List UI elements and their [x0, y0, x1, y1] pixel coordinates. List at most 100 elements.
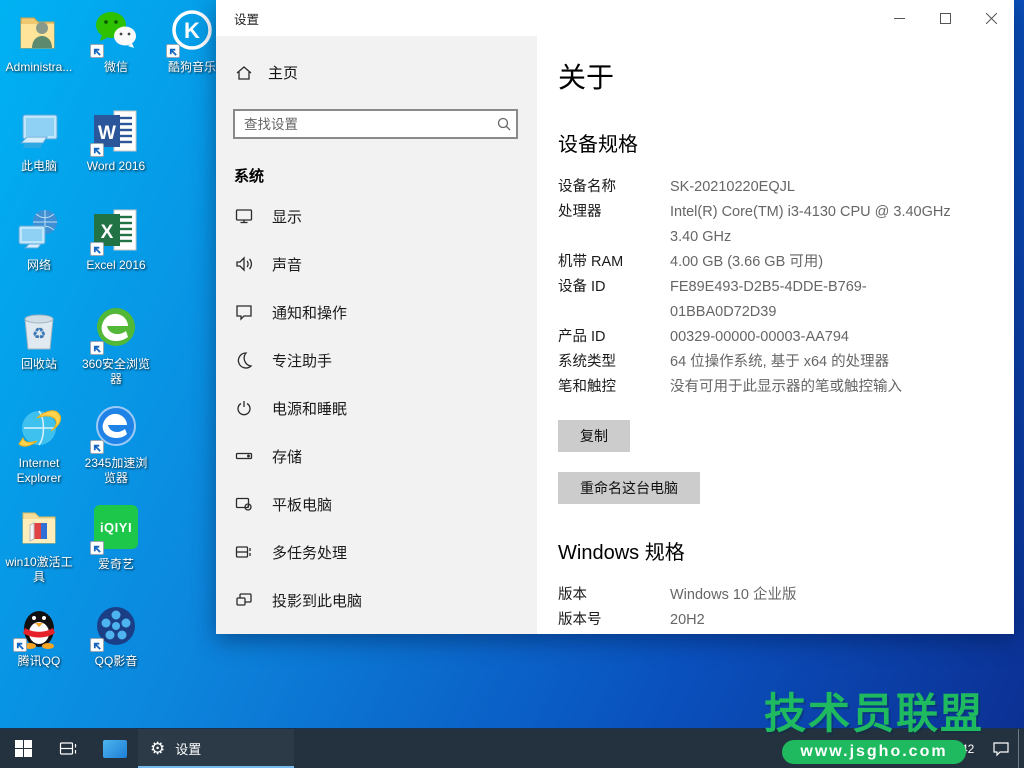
- minimize-button[interactable]: [876, 0, 922, 36]
- search-icon[interactable]: [496, 116, 512, 137]
- sidebar-item-storage[interactable]: 存储: [216, 432, 537, 480]
- desktop-icon-2345-browser[interactable]: 2345加速浏 览器: [78, 404, 154, 486]
- blue-window-taskbar-icon[interactable]: [92, 729, 138, 768]
- system-tray: 下午 3:42: [880, 729, 1024, 768]
- task-view-button[interactable]: [46, 729, 92, 768]
- shortcut-arrow-icon: [90, 541, 104, 555]
- sidebar-section-system: 系统: [234, 165, 537, 186]
- wechat-icon: [92, 8, 140, 56]
- desktop-icon-label: 回收站: [1, 357, 77, 372]
- show-desktop-button[interactable]: [1018, 729, 1024, 768]
- spec-row: 系统类型64 位操作系统, 基于 x64 的处理器: [558, 350, 1014, 375]
- sidebar-item-multitasking[interactable]: 多任务处理: [216, 528, 537, 576]
- close-button[interactable]: [968, 0, 1014, 36]
- desktop-icon-word[interactable]: W Word 2016: [78, 107, 154, 174]
- internet-explorer-icon: [15, 404, 63, 452]
- desktop-icon-label: QQ影音: [78, 654, 154, 669]
- shortcut-arrow-icon: [90, 44, 104, 58]
- power-icon: [234, 399, 254, 417]
- desktop-icon-label: Internet Explorer: [1, 456, 77, 486]
- desktop-icon-label: Administra...: [1, 60, 77, 75]
- iqiyi-icon: iQIYI: [92, 505, 140, 553]
- taskbar-clock[interactable]: 下午 3:42: [914, 743, 984, 756]
- spec-row: 版本Windows 10 企业版: [558, 583, 1014, 608]
- sidebar-item-power-sleep[interactable]: 电源和睡眠: [216, 384, 537, 432]
- settings-search: [233, 109, 520, 139]
- spec-row: 处理器Intel(R) Core(TM) i3-4130 CPU @ 3.40G…: [558, 200, 1014, 250]
- desktop-icon-win10-activator[interactable]: win10激活工 具: [1, 503, 77, 585]
- search-input[interactable]: [233, 109, 518, 139]
- sidebar-item-sound[interactable]: 声音: [216, 240, 537, 288]
- desktop-icon-label: 腾讯QQ: [1, 654, 77, 669]
- 2345-browser-icon: [92, 404, 140, 452]
- win10-activator-folder-icon: [15, 503, 63, 551]
- sidebar-item-label: 通知和操作: [272, 302, 347, 323]
- desktop-icon-wechat[interactable]: 微信: [78, 8, 154, 75]
- spec-row: 产品 ID00329-00000-00003-AA794: [558, 325, 1014, 350]
- sidebar-item-label: 专注助手: [272, 350, 332, 371]
- qq-penguin-icon: [15, 602, 63, 650]
- sidebar-item-tablet[interactable]: 平板电脑: [216, 480, 537, 528]
- desktop-icon-internet-explorer[interactable]: Internet Explorer: [1, 404, 77, 486]
- this-pc-icon: [15, 107, 63, 155]
- sidebar-item-focus-assist[interactable]: 专注助手: [216, 336, 537, 384]
- action-center-icon: [992, 741, 1010, 757]
- kugou-icon: K: [168, 8, 216, 56]
- sidebar-home[interactable]: 主页: [234, 62, 537, 83]
- sidebar-item-label: 投影到此电脑: [272, 590, 362, 611]
- rename-pc-button[interactable]: 重命名这台电脑: [558, 472, 700, 504]
- multitask-icon: [234, 543, 254, 561]
- moon-icon: [234, 351, 254, 369]
- taskbar-task-label: 设置: [175, 739, 201, 758]
- settings-main-panel: 关于 设备规格 设备名称SK-20210220EQJL 处理器Intel(R) …: [537, 36, 1014, 634]
- sidebar-item-display[interactable]: 显示: [216, 192, 537, 240]
- desktop-icon-label: 爱奇艺: [78, 557, 154, 572]
- desktop-icon-tencent-qq[interactable]: 腾讯QQ: [1, 602, 77, 669]
- desktop-icon-network[interactable]: 网络: [1, 206, 77, 273]
- titlebar[interactable]: 设置: [216, 0, 1014, 36]
- svg-text:X: X: [101, 222, 114, 243]
- home-icon: [234, 64, 254, 82]
- start-button[interactable]: [0, 729, 46, 768]
- desktop-icon-360-browser[interactable]: 360安全浏览 器: [78, 305, 154, 387]
- desktop-icon-administrator[interactable]: Administra...: [1, 8, 77, 75]
- maximize-button[interactable]: [922, 0, 968, 36]
- desktop-icon-excel[interactable]: X Excel 2016: [78, 206, 154, 273]
- storage-drive-icon: [234, 447, 254, 465]
- shortcut-arrow-icon: [90, 440, 104, 454]
- network-tray-button[interactable]: [880, 729, 914, 768]
- desktop-icon-label: 2345加速浏 览器: [78, 456, 154, 486]
- sidebar-item-projecting[interactable]: 投影到此电脑: [216, 576, 537, 624]
- page-title: 关于: [558, 56, 1014, 96]
- sidebar-item-label: 电源和睡眠: [272, 398, 347, 419]
- settings-window: 设置 主页 系统 显示: [216, 0, 1014, 634]
- shortcut-arrow-icon: [90, 143, 104, 157]
- spec-row: 安装日期2021/2/20 星期六: [558, 633, 1014, 634]
- desktop-icon-iqiyi[interactable]: iQIYI 爱奇艺: [78, 503, 154, 572]
- action-center-button[interactable]: [984, 729, 1018, 768]
- desktop-icon-label: Word 2016: [78, 159, 154, 174]
- device-spec-table: 设备名称SK-20210220EQJL 处理器Intel(R) Core(TM)…: [558, 175, 1014, 400]
- qq-player-icon: [92, 602, 140, 650]
- desktop-icon-this-pc[interactable]: 此电脑: [1, 107, 77, 174]
- sidebar-item-label: 声音: [272, 254, 302, 275]
- spec-row: 机带 RAM4.00 GB (3.66 GB 可用): [558, 250, 1014, 275]
- sidebar-item-notifications[interactable]: 通知和操作: [216, 288, 537, 336]
- copy-button[interactable]: 复制: [558, 420, 630, 452]
- project-screens-icon: [234, 591, 254, 609]
- tablet-icon: [234, 495, 254, 513]
- desktop-icon-qq-player[interactable]: QQ影音: [78, 602, 154, 669]
- spec-row: 设备 IDFE89E493-D2B5-4DDE-B769-01BBA0D72D3…: [558, 275, 1014, 325]
- taskbar-settings-task[interactable]: ⚙ 设置: [138, 729, 294, 768]
- sidebar-home-label: 主页: [268, 62, 298, 83]
- shortcut-arrow-icon: [13, 638, 27, 652]
- task-view-icon: [59, 740, 79, 758]
- gear-icon: ⚙: [150, 740, 165, 757]
- desktop-icon-label: win10激活工 具: [1, 555, 77, 585]
- sidebar-item-label: 显示: [272, 206, 302, 227]
- desktop-icon-recycle-bin[interactable]: ♻ 回收站: [1, 305, 77, 372]
- desktop-icon-label: 此电脑: [1, 159, 77, 174]
- excel-icon: X: [92, 206, 140, 254]
- chat-bubble-icon: [234, 303, 254, 321]
- device-spec-title: 设备规格: [558, 128, 1014, 157]
